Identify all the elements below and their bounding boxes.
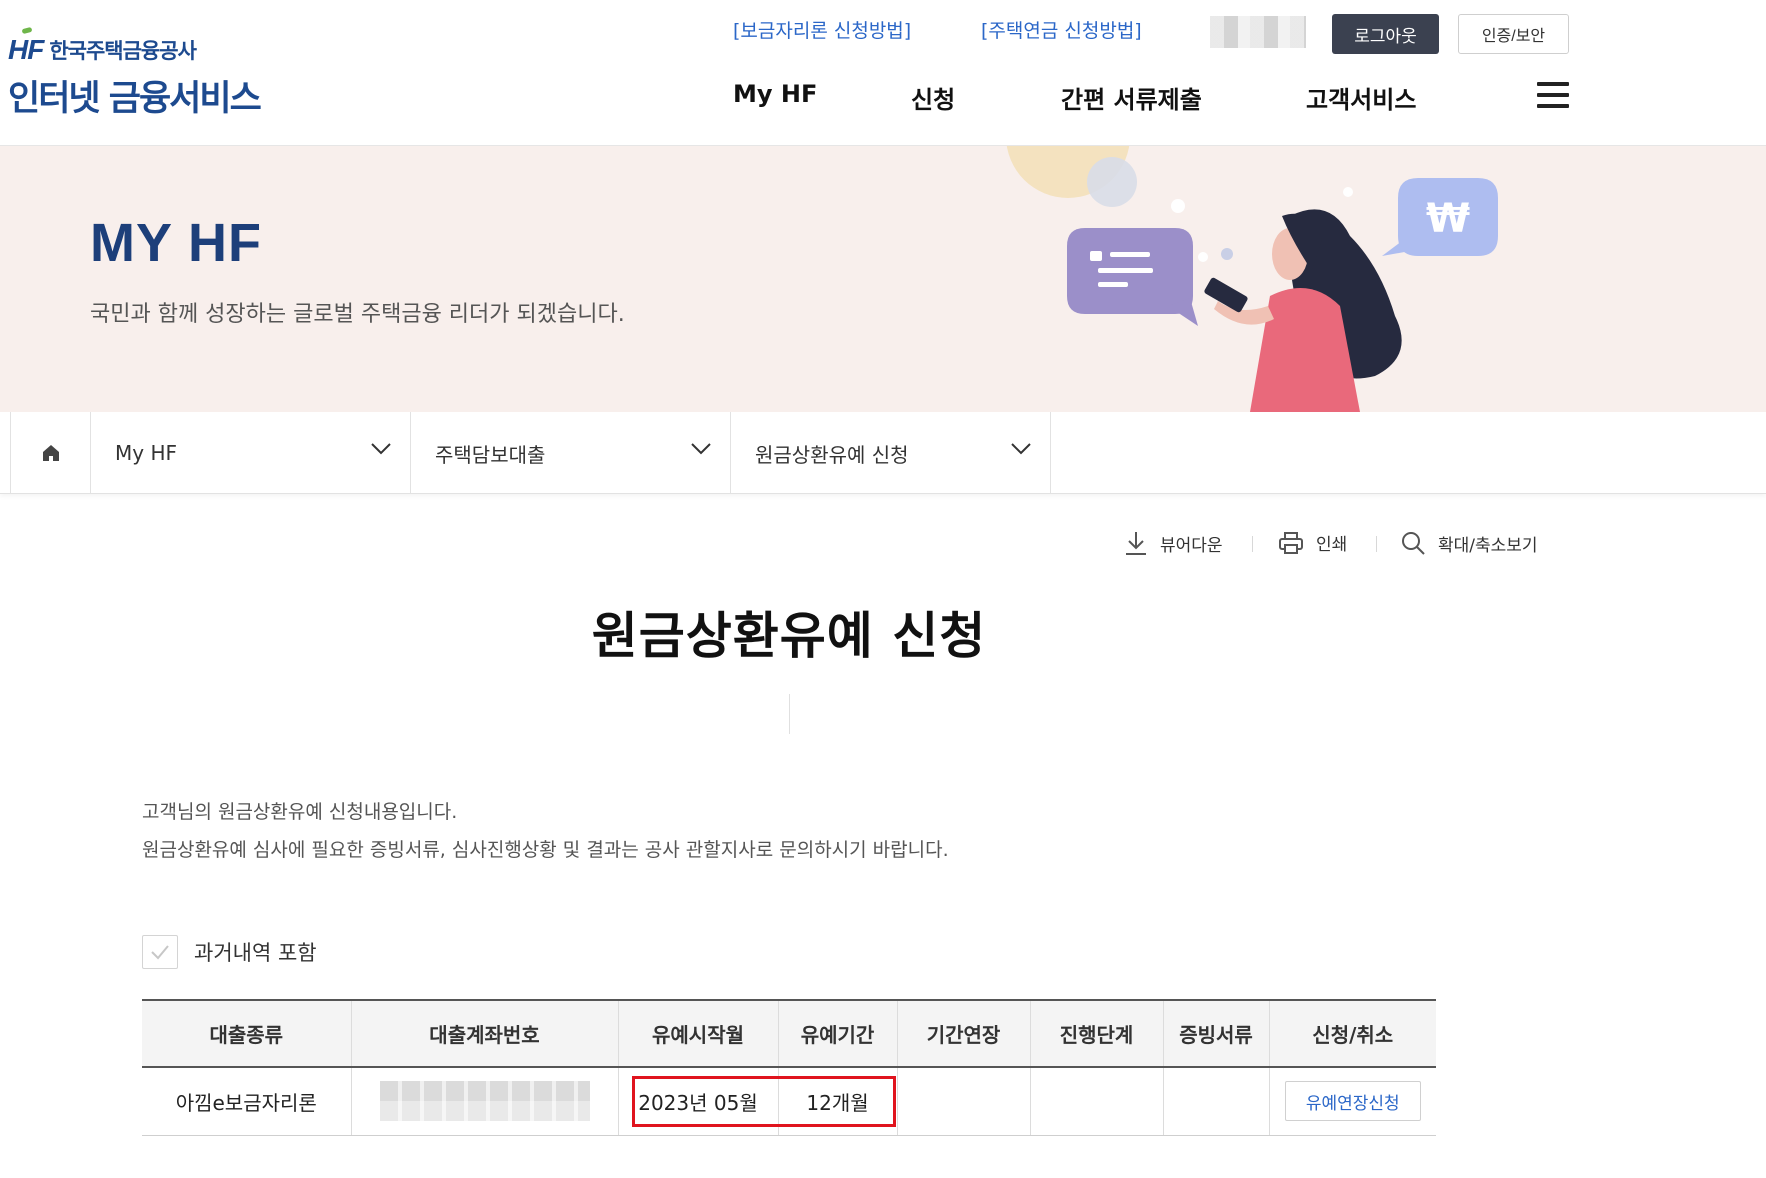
location-depth3-label: 원금상환유예 신청 (755, 442, 909, 467)
logo-service-name: 인터넷 금융서비스 (8, 79, 262, 119)
user-name-redacted (1210, 16, 1306, 48)
logout-button[interactable]: 로그아웃 (1332, 14, 1439, 54)
description-line-1: 고객님의 원금상환유예 신청내용입니다. (142, 801, 458, 823)
cell-extension (896, 1067, 1030, 1136)
location-depth3-select[interactable]: 원금상환유예 신청 (731, 412, 1051, 494)
gnb-customer-service[interactable]: 고객서비스 (1306, 80, 1416, 115)
home-icon (42, 445, 59, 461)
viewer-download-button[interactable]: 뷰어다운 (1124, 530, 1223, 556)
banner-title: MY HF (90, 213, 263, 273)
site-header: HF 한국주택금융공사 인터넷 금융서비스 [보금자리론 신청방법] [주택연금… (0, 0, 1766, 146)
col-header-period: 유예기간 (777, 999, 897, 1068)
col-header-account-no: 대출계좌번호 (350, 999, 618, 1068)
home-button[interactable] (10, 412, 91, 494)
cell-period: 12개월 (777, 1067, 897, 1136)
zoom-button[interactable]: 확대/축소보기 (1400, 530, 1538, 556)
gnb-my-hf[interactable]: My HF (733, 80, 817, 108)
col-header-documents: 증빙서류 (1162, 999, 1269, 1068)
gnb-apply[interactable]: 신청 (911, 80, 955, 115)
download-icon (1126, 532, 1146, 555)
viewer-download-label: 뷰어다운 (1160, 535, 1223, 556)
chevron-down-icon (371, 443, 391, 455)
site-logo[interactable]: HF 한국주택금융공사 인터넷 금융서비스 (8, 26, 262, 121)
description-line-2: 원금상환유예 심사에 필요한 증빙서류, 심사진행상황 및 결과는 공사 관할지… (142, 839, 949, 861)
woman-with-phone-illustration: ₩ (1006, 146, 1498, 412)
hero-banner: MY HF 국민과 함께 성장하는 글로벌 주택금융 리더가 되겠습니다. ₩ (0, 146, 1766, 412)
include-past-label: 과거내역 포함 (194, 941, 317, 965)
pension-guide-link[interactable]: [주택연금 신청방법] (981, 16, 1142, 43)
tool-divider (1376, 536, 1377, 552)
cell-action: 유예연장신청 (1268, 1067, 1436, 1136)
hf-logo-mark: HF (8, 26, 44, 66)
chevron-down-icon (1011, 443, 1031, 455)
location-depth1-label: My HF (115, 441, 177, 465)
svg-text:₩: ₩ (1426, 196, 1470, 242)
gnb-simple-docs[interactable]: 간편 서류제출 (1061, 80, 1202, 115)
title-divider (789, 694, 790, 734)
print-label: 인쇄 (1316, 535, 1348, 555)
cell-start-month: 2023년 05월 (617, 1067, 778, 1136)
col-header-apply-cancel: 신청/취소 (1268, 999, 1436, 1068)
printer-icon (1279, 531, 1303, 554)
location-depth2-select[interactable]: 주택담보대출 (411, 412, 731, 494)
col-header-stage: 진행단계 (1029, 999, 1163, 1068)
location-depth2-label: 주택담보대출 (435, 442, 546, 467)
tool-divider (1252, 536, 1253, 552)
location-breadcrumb-bar: My HF 주택담보대출 원금상환유예 신청 (0, 412, 1766, 494)
check-icon (151, 945, 169, 960)
cell-account-no (350, 1067, 618, 1136)
table-row: 아낌e보금자리론 2023년 05월 12개월 유예연장신청 (142, 1067, 1436, 1136)
page-title: 원금상환유예 신청 (591, 607, 987, 665)
cert-security-button[interactable]: 인증/보안 (1458, 14, 1569, 54)
col-header-start-month: 유예시작월 (617, 999, 778, 1068)
account-number-redacted (379, 1081, 590, 1122)
cell-stage (1029, 1067, 1163, 1136)
logo-org-name: 한국주택금융공사 (49, 39, 197, 63)
table-header-row: 대출종류 대출계좌번호 유예시작월 유예기간 기간연장 진행단계 증빙서류 신청… (142, 999, 1436, 1068)
col-header-loan-type: 대출종류 (142, 999, 351, 1068)
bogeumjari-guide-link[interactable]: [보금자리론 신청방법] (733, 16, 911, 43)
cell-documents (1162, 1067, 1269, 1136)
zoom-label: 확대/축소보기 (1438, 535, 1538, 556)
col-header-extension: 기간연장 (896, 999, 1030, 1068)
banner-subtitle: 국민과 함께 성장하는 글로벌 주택금융 리더가 되겠습니다. (90, 302, 625, 327)
chevron-down-icon (691, 443, 711, 455)
location-depth1-select[interactable]: My HF (91, 412, 411, 494)
print-button[interactable]: 인쇄 (1278, 530, 1347, 555)
include-past-checkbox[interactable] (142, 935, 178, 969)
cell-loan-type: 아낌e보금자리론 (142, 1067, 351, 1136)
deferral-table: 대출종류 대출계좌번호 유예시작월 유예기간 기간연장 진행단계 증빙서류 신청… (142, 999, 1436, 1136)
include-past-toggle[interactable]: 과거내역 포함 (142, 935, 317, 969)
menu-hamburger-icon[interactable] (1537, 82, 1569, 108)
search-zoom-icon (1402, 532, 1425, 555)
extend-deferral-button[interactable]: 유예연장신청 (1284, 1081, 1421, 1122)
